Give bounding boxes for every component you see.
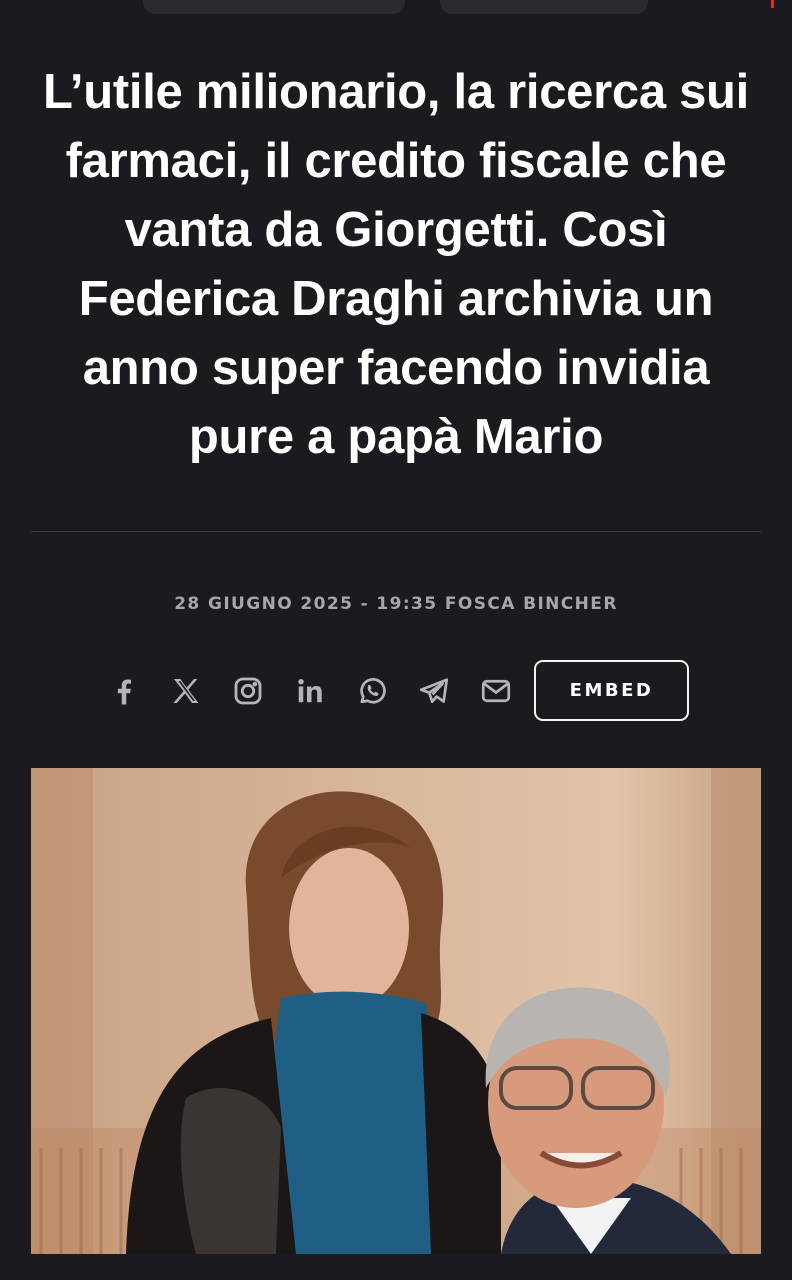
accent-mark (771, 0, 774, 8)
embed-button[interactable]: EMBED (534, 660, 689, 721)
email-icon[interactable] (476, 671, 516, 711)
article-photo (31, 768, 761, 1254)
share-bar (104, 661, 538, 721)
telegram-icon[interactable] (414, 671, 454, 711)
facebook-icon[interactable] (104, 671, 144, 711)
instagram-icon[interactable] (228, 671, 268, 711)
linkedin-icon[interactable] (290, 671, 330, 711)
top-nav-pill-right[interactable] (440, 0, 648, 14)
whatsapp-icon[interactable] (352, 671, 392, 711)
article-byline: 28 GIUGNO 2025 - 19:35 FOSCA BINCHER (174, 594, 618, 614)
x-icon[interactable] (166, 671, 206, 711)
top-nav-pill-left[interactable] (143, 0, 405, 14)
divider (31, 531, 761, 532)
article-title: L’utile milionario, la ricerca sui farma… (43, 65, 749, 464)
